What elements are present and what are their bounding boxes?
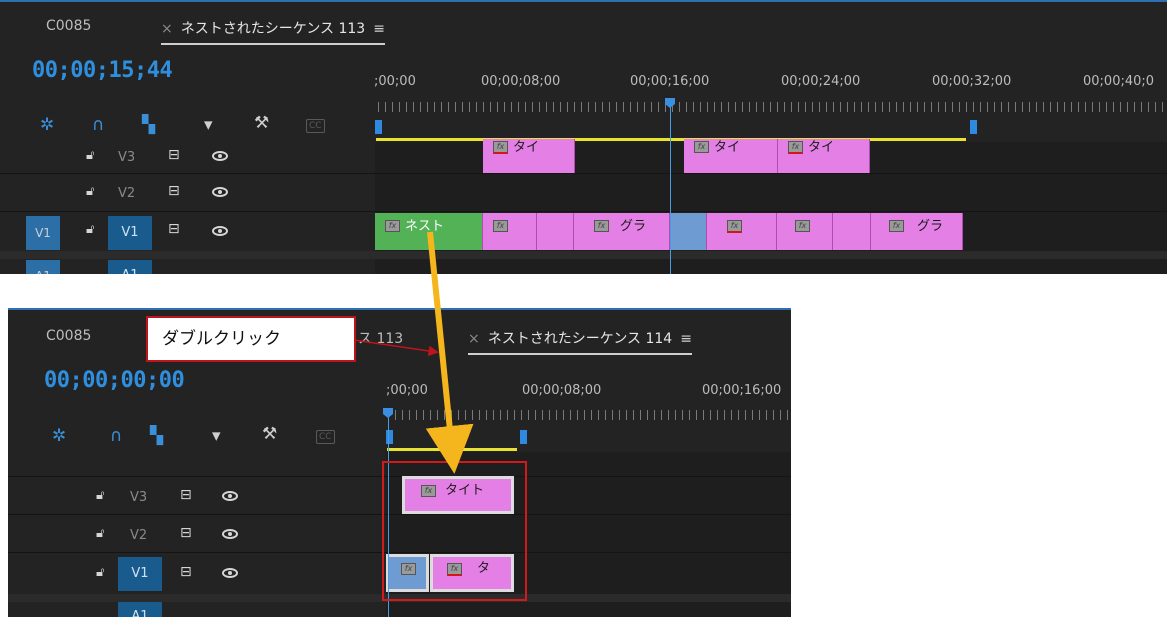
arrow-yellow: [425, 231, 474, 474]
annotation-arrows: [353, 231, 474, 474]
arrow-red: [353, 339, 439, 357]
